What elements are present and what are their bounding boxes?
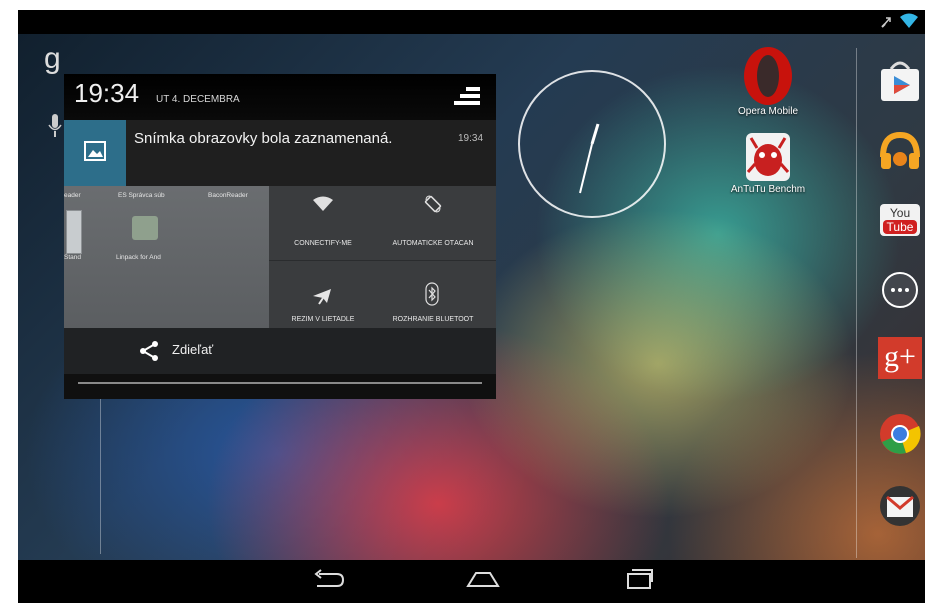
panel-date: UT 4. DECEMBRA xyxy=(156,94,240,105)
chrome-icon[interactable] xyxy=(876,410,924,458)
preview-label: Linpack for And xyxy=(116,254,161,261)
preview-app-grid: eader ES Správca súb BaconReader Stand L… xyxy=(64,186,269,328)
gmail-icon[interactable] xyxy=(876,482,924,530)
panel-clock: 19:34 xyxy=(74,78,140,108)
qs-bluetooth: ROZHRANIE BLUETOOT xyxy=(379,262,487,328)
play-music-icon[interactable] xyxy=(876,128,924,176)
back-button[interactable] xyxy=(303,566,353,596)
screenshot-preview[interactable]: eader ES Správca súb BaconReader Stand L… xyxy=(64,186,496,328)
all-apps-icon[interactable] xyxy=(876,266,924,314)
youtube-text-top: You xyxy=(889,206,911,220)
status-bar xyxy=(18,10,925,34)
recents-button[interactable] xyxy=(615,566,665,596)
wifi-icon xyxy=(900,13,918,33)
quick-settings-toggle-icon[interactable] xyxy=(452,86,482,114)
qs-grid-divider xyxy=(269,260,496,261)
qs-label: ROZHRANIE BLUETOOT xyxy=(392,316,474,323)
bluetooth-icon xyxy=(425,282,439,310)
panel-drag-handle[interactable] xyxy=(78,382,482,384)
wifi-icon xyxy=(313,196,333,216)
home-icon xyxy=(466,569,500,593)
qs-label: AUTOMATICKÉ OTÁČAN xyxy=(392,240,474,247)
missed-call-icon xyxy=(880,14,894,33)
qs-wifi: CONNECTIFY-ME xyxy=(269,186,377,257)
share-label: Zdieľať xyxy=(172,342,214,357)
app-label: Opera Mobile xyxy=(737,106,799,117)
notification-title: Snímka obrazovky bola zaznamenaná. xyxy=(134,130,393,147)
preview-app-thumbnail xyxy=(132,216,158,240)
screenshot-notification[interactable]: Snímka obrazovky bola zaznamenaná. 19:34 xyxy=(64,120,496,186)
image-icon xyxy=(84,141,106,165)
preview-label: BaconReader xyxy=(208,192,248,199)
tablet-screen: g Opera Mobile AnTuTu Benchm You Tube g+… xyxy=(18,10,925,603)
share-icon xyxy=(138,340,160,366)
youtube-text-bottom: Tube xyxy=(883,220,917,234)
microphone-icon[interactable] xyxy=(48,114,62,144)
app-opera-mobile[interactable]: Opera Mobile xyxy=(723,46,813,117)
notification-time: 19:34 xyxy=(458,133,484,144)
qs-airplane-mode: REŽIM V LIETADLE xyxy=(269,262,377,328)
qs-auto-rotate: AUTOMATICKÉ OTÁČAN xyxy=(379,186,487,257)
share-button[interactable]: Zdieľať xyxy=(138,328,268,374)
preview-quick-settings: CONNECTIFY-ME AUTOMATICKÉ OTÁČAN REŽIM V… xyxy=(269,186,496,328)
app-label: AnTuTu Benchm xyxy=(730,184,806,195)
analog-clock-widget[interactable] xyxy=(518,70,666,218)
notification-panel: 19:34 UT 4. DECEMBRA Snímka obrazovky bo… xyxy=(64,74,496,399)
recents-icon xyxy=(625,568,655,594)
dock-divider xyxy=(856,48,857,558)
panel-header: 19:34 UT 4. DECEMBRA xyxy=(64,74,496,120)
home-screen: g Opera Mobile AnTuTu Benchm You Tube g+… xyxy=(18,34,925,560)
qs-label: REŽIM V LIETADLE xyxy=(291,316,355,323)
home-button[interactable] xyxy=(458,566,508,596)
navigation-bar xyxy=(18,560,925,603)
airplane-icon xyxy=(311,286,333,310)
app-antutu-benchmark[interactable]: AnTuTu Benchm xyxy=(723,130,813,195)
back-icon xyxy=(311,569,345,593)
search-bar-google-letter[interactable]: g xyxy=(44,42,61,76)
auto-rotate-icon xyxy=(423,194,443,218)
preview-app-thumbnail xyxy=(66,210,82,254)
play-store-icon[interactable] xyxy=(876,58,924,106)
notification-icon-area xyxy=(64,120,126,186)
preview-label: ES Správca súb xyxy=(118,192,165,199)
antutu-icon xyxy=(743,130,793,184)
google-plus-icon[interactable]: g+ xyxy=(876,334,924,382)
opera-icon xyxy=(740,46,796,106)
google-plus-text: g+ xyxy=(878,337,922,379)
qs-label: CONNECTIFY-ME xyxy=(294,240,352,247)
notification-action-bar: Zdieľať xyxy=(64,328,496,374)
panel-handle-area[interactable] xyxy=(64,374,496,399)
preview-label: eader xyxy=(64,192,81,199)
youtube-icon[interactable]: You Tube xyxy=(876,196,924,244)
preview-label: Stand xyxy=(64,254,81,261)
